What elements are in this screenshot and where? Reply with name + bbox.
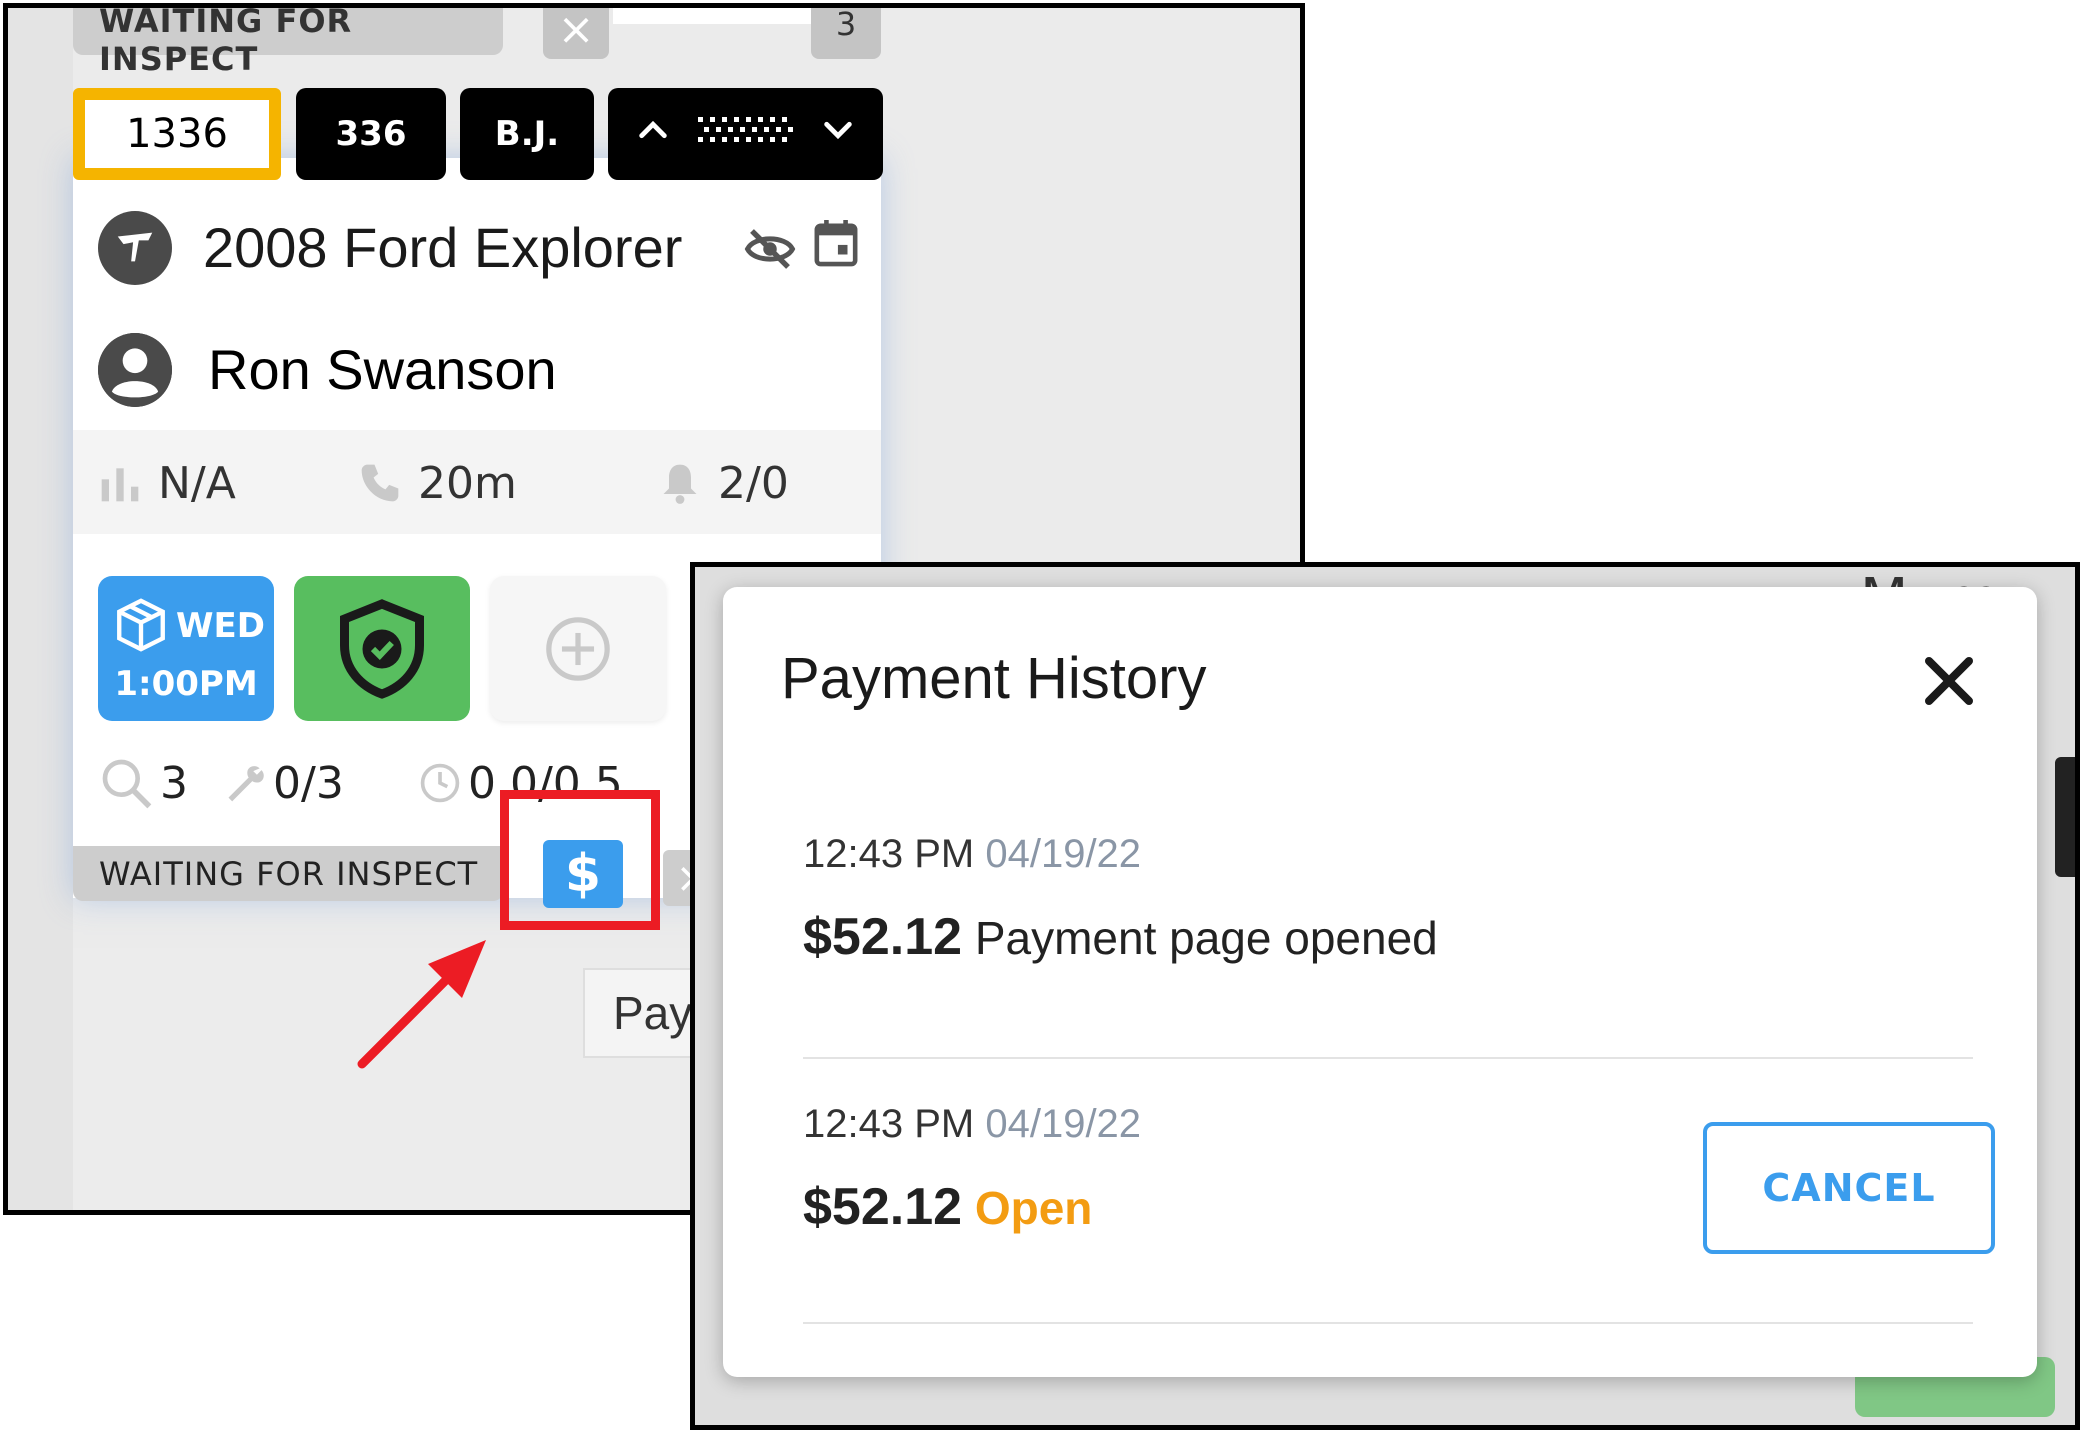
labor-counter: 0/3 [223,753,344,813]
chevron-up-icon[interactable] [636,113,670,156]
customer-row [98,333,172,407]
vehicle-row [98,208,172,288]
add-tile[interactable] [490,576,666,721]
entry-timestamp: 12:43 PM 04/19/22 [803,832,1973,877]
rating-value: N/A [158,457,236,509]
entry-time: 12:43 PM [803,832,975,876]
hat-number-tag[interactable]: 336 [296,88,446,180]
cancel-button[interactable]: CANCEL [1703,1122,1995,1254]
promise-time: 1:00PM [114,664,258,704]
card-status: WAITING FOR INSPECT [73,846,503,901]
notification-value: 2/0 [718,457,789,509]
vehicle-icon [98,211,172,285]
calendar-icon[interactable] [813,218,859,272]
payment-history-modal: Payment History 12:43 PM 04/19/22 $52.12… [723,587,2037,1377]
payment-entry: 12:43 PM 04/19/22 $52.12 Payment page op… [803,832,1973,967]
entry-amount: $52.12 [803,908,963,966]
inspection-counter: 3 [98,753,188,813]
labor-count: 0/3 [273,757,344,809]
previous-card-close-icon[interactable]: × [543,8,609,59]
entry-amount: $52.12 [803,1178,963,1236]
chevron-down-icon[interactable] [821,113,855,156]
advisor-tag[interactable]: B.J. [460,88,594,180]
entry-date: 04/19/22 [985,1102,1142,1146]
payment-history-panel: Murr Payment History 12:43 PM 04/19/22 $… [690,562,2080,1430]
entry-status: Payment page opened [974,912,1438,964]
background-strip [2055,757,2075,877]
card-nav-tag[interactable] [608,88,883,180]
user-icon [98,333,172,407]
add-icon [546,616,610,681]
bell-icon [663,464,697,504]
shield-check-icon [340,598,424,699]
previous-card-strip [613,8,813,24]
close-icon[interactable] [1909,641,1989,721]
highlight-box [500,790,660,930]
promise-day: WED [176,606,265,646]
previous-card-count: 3 [811,8,881,59]
promise-date-tile[interactable]: WED 1:00PM [98,576,274,721]
wrench-icon [228,766,264,802]
call-stat: 20m [358,453,517,513]
call-value: 20m [418,457,517,509]
box-icon [112,596,170,658]
ro-number-tag[interactable]: 1336 [73,88,281,180]
arrow-icon [357,940,486,1069]
drag-handle-icon[interactable] [697,115,794,153]
search-icon [102,759,152,809]
clock-icon [420,763,460,803]
entry-date: 04/19/22 [985,832,1142,876]
rating-stat: N/A [98,453,236,513]
entry-time: 12:43 PM [803,1102,975,1146]
entry-summary: $52.12 Payment page opened [803,907,1973,967]
entry-divider [803,1057,1973,1059]
customer-name: Ron Swanson [208,338,557,401]
previous-card-status: WAITING FOR INSPECT [73,8,503,78]
phone-icon [361,464,399,502]
inspection-count: 3 [160,757,188,809]
shield-tile[interactable] [294,576,470,721]
vehicle-name: 2008 Ford Explorer [203,216,683,279]
hide-icon[interactable] [743,222,797,280]
entry-status: Open [974,1182,1093,1234]
bar-chart-icon [101,468,139,502]
modal-title: Payment History [781,646,1207,711]
notification-stat: 2/0 [658,453,789,513]
entry-divider [803,1322,1973,1324]
